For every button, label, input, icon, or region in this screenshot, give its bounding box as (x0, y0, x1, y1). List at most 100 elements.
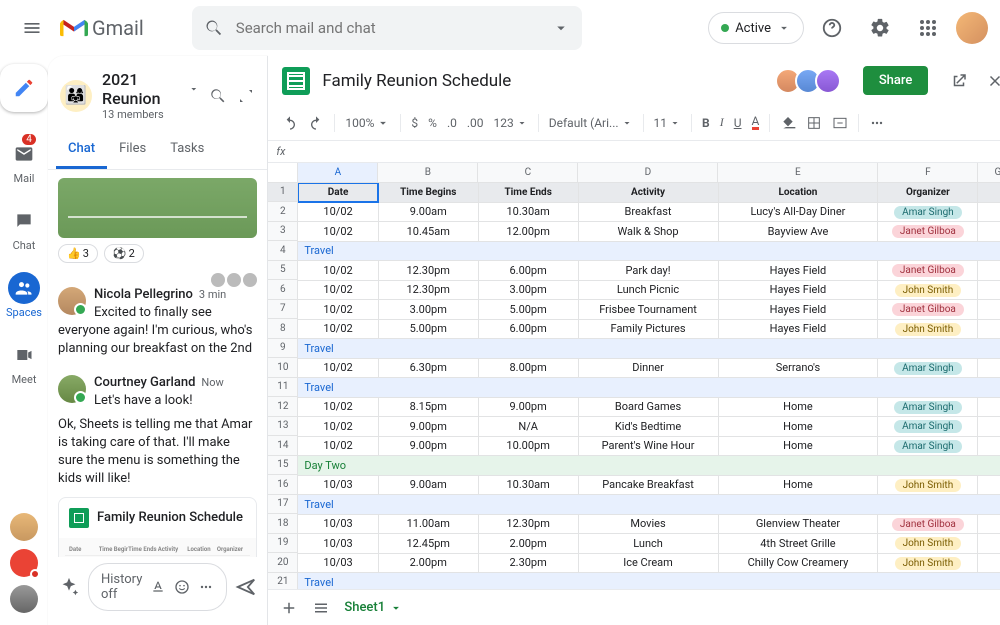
row-number[interactable]: 7 (268, 300, 298, 320)
italic-button[interactable]: I (720, 115, 724, 130)
emoji-icon[interactable] (174, 579, 190, 595)
sheet-row[interactable]: 10/0212.30pm3.00pmLunch PicnicHayes Fiel… (298, 280, 1000, 300)
row-number[interactable]: 1 (268, 183, 298, 203)
sheet-row[interactable]: 10/026.30pm8.00pmDinnerSerrano'sAmar Sin… (298, 358, 1000, 378)
sheet-row[interactable]: Travel (298, 378, 1000, 398)
chat-image-attachment[interactable] (58, 178, 257, 238)
fontsize-dropdown[interactable]: 11 (654, 116, 682, 130)
currency-format[interactable]: $ (411, 116, 418, 130)
send-button[interactable] (235, 576, 257, 598)
search-in-space-button[interactable] (209, 87, 227, 105)
row-number[interactable]: 11 (268, 378, 298, 398)
zoom-dropdown[interactable]: 100% (345, 116, 390, 130)
row-number[interactable]: 19 (268, 534, 298, 554)
account-avatar[interactable] (956, 12, 988, 44)
tab-files[interactable]: Files (107, 131, 158, 169)
borders-button[interactable] (806, 115, 822, 131)
redo-button[interactable] (308, 115, 324, 131)
text-color-button[interactable]: A (752, 115, 760, 130)
undo-button[interactable] (282, 115, 298, 131)
dm-avatar-2[interactable] (10, 549, 38, 577)
sheet-row[interactable]: 10/039.00am10.30amPancake BreakfastHomeJ… (298, 475, 1000, 495)
select-all-corner[interactable] (268, 163, 298, 183)
decrease-decimal[interactable]: .0 (447, 116, 457, 130)
sheet-row[interactable]: Travel (298, 573, 1000, 590)
number-format-dropdown[interactable]: 123 (494, 116, 528, 130)
compose-button[interactable] (0, 64, 48, 112)
sheet-row[interactable]: 10/025.00pm6.00pmFamily PicturesHayes Fi… (298, 319, 1000, 339)
column-header[interactable]: C (478, 163, 578, 183)
row-number[interactable]: 18 (268, 514, 298, 534)
row-number[interactable]: 12 (268, 397, 298, 417)
nav-meet[interactable]: Meet (8, 339, 40, 386)
collaborator-avatars[interactable] (781, 68, 841, 94)
more-icon[interactable] (198, 579, 214, 595)
sheet-row[interactable]: Day Two (298, 456, 1000, 476)
sheet-row[interactable]: 10/029.00am10.30amBreakfastLucy's All-Da… (298, 202, 1000, 222)
more-toolbar-button[interactable] (869, 115, 885, 131)
row-number[interactable]: 16 (268, 475, 298, 495)
tab-tasks[interactable]: Tasks (158, 131, 216, 169)
row-number[interactable]: 13 (268, 417, 298, 437)
sheet-tab-1[interactable]: Sheet1 (344, 600, 403, 615)
row-number[interactable]: 5 (268, 261, 298, 281)
column-header[interactable]: A (298, 163, 378, 183)
text-format-icon[interactable] (150, 579, 166, 595)
dm-avatar-1[interactable] (10, 513, 38, 541)
row-number[interactable]: 20 (268, 553, 298, 573)
nav-chat[interactable]: Chat (8, 205, 40, 252)
sheet-row[interactable]: 10/023.00pm5.00pmFrisbee TournamentHayes… (298, 300, 1000, 320)
all-sheets-button[interactable] (312, 599, 330, 617)
chevron-down-icon[interactable] (188, 82, 200, 96)
compose-input[interactable]: History off (88, 563, 227, 611)
row-number[interactable]: 6 (268, 280, 298, 300)
tab-chat[interactable]: Chat (56, 131, 107, 169)
row-number[interactable]: 8 (268, 319, 298, 339)
column-header[interactable]: D (578, 163, 718, 183)
percent-format[interactable]: % (428, 116, 437, 130)
column-header[interactable]: E (718, 163, 878, 183)
status-pill[interactable]: Active (708, 12, 804, 44)
main-menu-button[interactable] (12, 8, 52, 48)
merge-button[interactable] (832, 115, 848, 131)
formula-bar[interactable]: fx (268, 141, 1000, 163)
sheet-row[interactable]: 10/032.00pm2.30pmIce CreamChilly Cow Cre… (298, 553, 1000, 573)
collapse-button[interactable] (237, 87, 255, 105)
underline-button[interactable]: U (734, 116, 742, 130)
fill-color-button[interactable] (780, 115, 796, 131)
search-dropdown-icon[interactable] (552, 19, 570, 37)
increase-decimal[interactable]: .00 (467, 116, 484, 130)
column-header[interactable]: F (878, 163, 978, 183)
row-number[interactable]: 17 (268, 495, 298, 515)
dm-avatar-3[interactable] (10, 585, 38, 613)
nav-mail[interactable]: 4 Mail (8, 138, 40, 185)
sheet-row[interactable]: Travel (298, 339, 1000, 359)
sheet-row[interactable]: 10/0212.30pm6.00pmPark day!Hayes FieldJa… (298, 261, 1000, 281)
smart-compose-icon[interactable] (58, 576, 80, 598)
sheet-row[interactable]: Travel (298, 241, 1000, 261)
column-header[interactable]: G (978, 163, 1000, 183)
column-header[interactable]: B (378, 163, 478, 183)
font-dropdown[interactable]: Default (Ari... (549, 116, 633, 130)
sheet-row[interactable]: 10/0311.00am12.30pmMoviesGlenview Theate… (298, 514, 1000, 534)
help-button[interactable] (812, 8, 852, 48)
reaction-2[interactable]: ⚽2 (104, 244, 144, 263)
share-button[interactable]: Share (863, 66, 929, 95)
apps-button[interactable] (908, 8, 948, 48)
search-input[interactable] (236, 19, 540, 37)
row-number[interactable]: 9 (268, 339, 298, 359)
settings-button[interactable] (860, 8, 900, 48)
sheet-row[interactable]: 10/028.15pm9.00pmBoard GamesHomeAmar Sin… (298, 397, 1000, 417)
reaction-1[interactable]: 👍3 (58, 244, 98, 263)
row-number[interactable]: 3 (268, 222, 298, 242)
row-number[interactable]: 15 (268, 456, 298, 476)
sheet-row[interactable]: 10/0210.45am12.00pmWalk & ShopBayview Av… (298, 222, 1000, 242)
row-number[interactable]: 2 (268, 202, 298, 222)
sheet-title[interactable]: Family Reunion Schedule (322, 71, 511, 91)
sheets-attachment-card[interactable]: Family Reunion Schedule DateTime BeginsT… (58, 497, 257, 558)
search-box[interactable] (192, 6, 582, 50)
sheet-row[interactable]: 10/029.00pmN/AKid's BedtimeHomeAmar Sing… (298, 417, 1000, 437)
add-sheet-button[interactable] (280, 599, 298, 617)
close-button[interactable] (986, 72, 1000, 90)
row-number[interactable]: 10 (268, 358, 298, 378)
